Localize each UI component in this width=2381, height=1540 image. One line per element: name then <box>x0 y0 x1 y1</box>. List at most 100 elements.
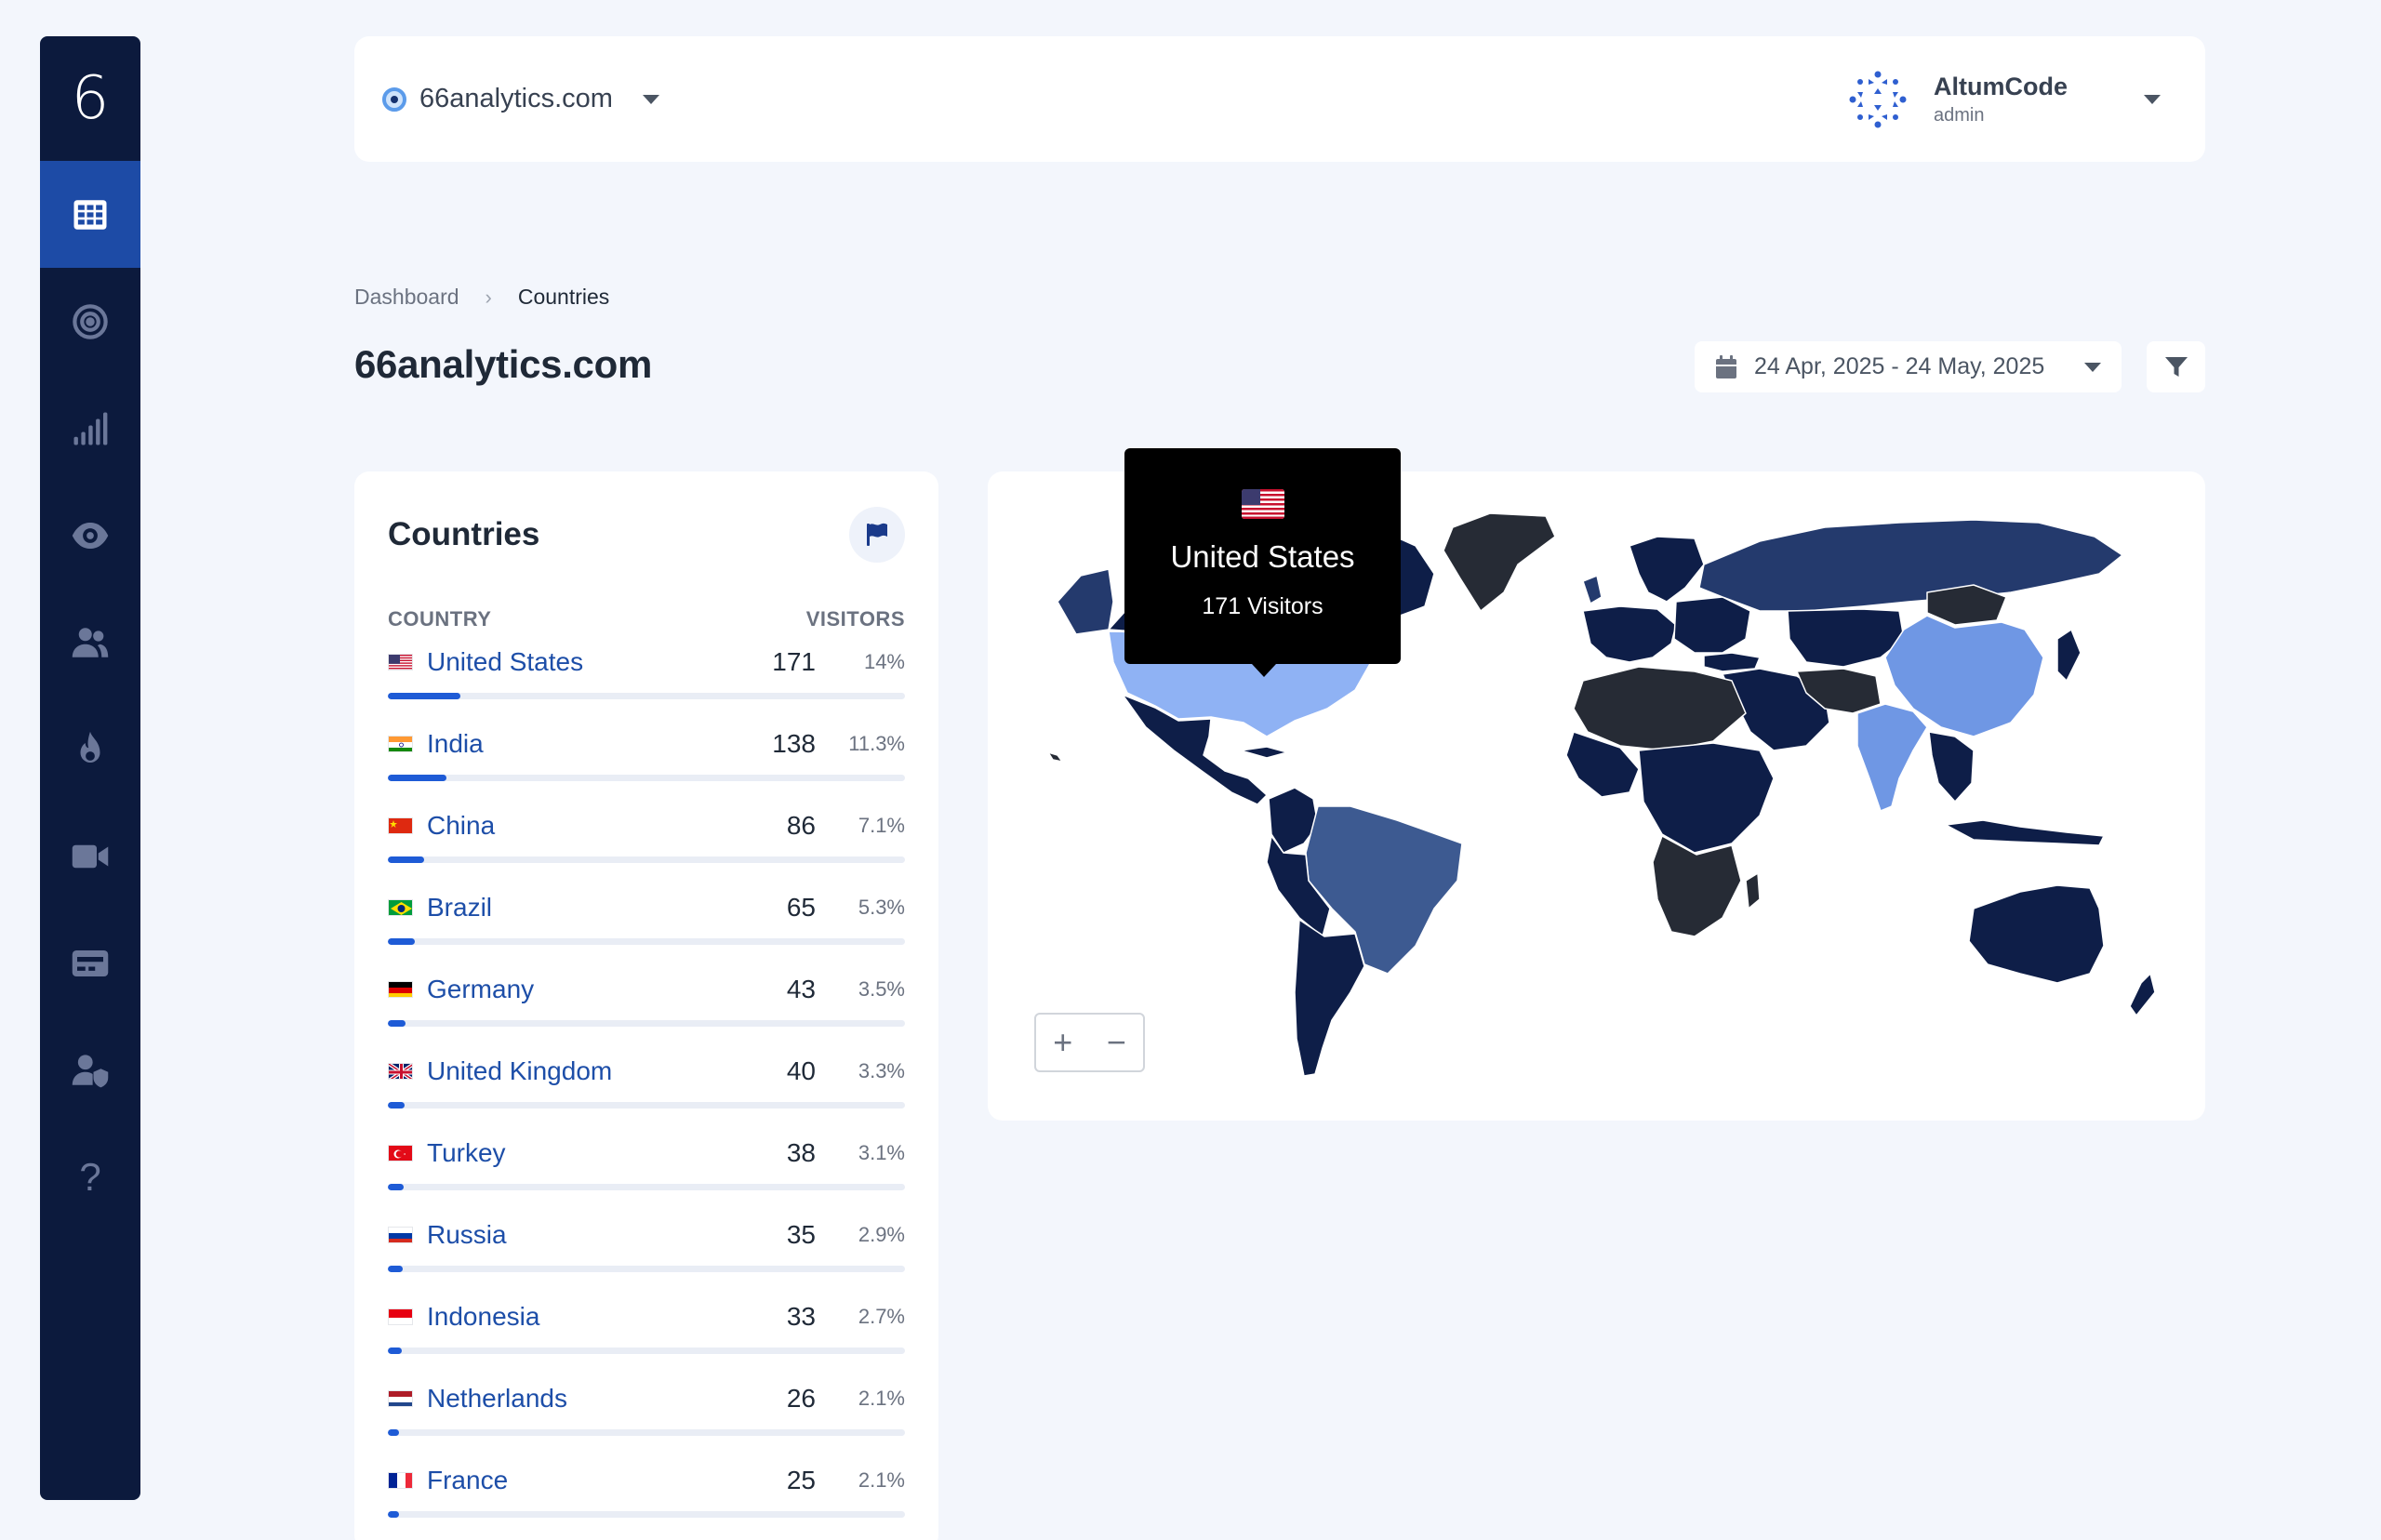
us-flag-icon <box>388 654 413 670</box>
map-region-caribbean[interactable] <box>1240 746 1288 759</box>
country-link[interactable]: United Kingdom <box>427 1056 612 1086</box>
tr-flag-icon <box>388 1145 413 1162</box>
map-region-scandinavia[interactable] <box>1629 536 1705 603</box>
table-row: Turkey 38 3.1% <box>388 1138 905 1221</box>
sidebar-item-goals[interactable] <box>40 268 140 375</box>
country-link[interactable]: Brazil <box>427 893 492 923</box>
country-link[interactable]: China <box>427 811 495 841</box>
visitor-count: 26 <box>786 1384 816 1413</box>
map-region-indonesia[interactable] <box>1945 819 2105 846</box>
map-region-north-africa[interactable] <box>1573 666 1747 751</box>
map-region-greenland[interactable] <box>1443 512 1556 612</box>
map-region-india[interactable] <box>1856 703 1928 812</box>
map-region-australia[interactable] <box>1968 884 2105 984</box>
sidebar-item-billing[interactable] <box>40 909 140 1016</box>
website-selector[interactable]: 66analytics.com <box>382 84 659 114</box>
country-link[interactable]: Germany <box>427 975 534 1004</box>
us-flag-icon <box>1241 489 1284 519</box>
filter-button[interactable] <box>2147 341 2205 392</box>
map-region-europe-east[interactable] <box>1673 596 1751 654</box>
progress-bar <box>388 1429 905 1436</box>
country-link[interactable]: India <box>427 729 484 759</box>
tooltip-country: United States <box>1170 539 1355 574</box>
date-range-button[interactable]: 24 Apr, 2025 - 24 May, 2025 <box>1695 341 2122 392</box>
progress-bar-fill <box>388 1102 406 1109</box>
progress-bar <box>388 1184 905 1190</box>
visitor-percent: 2.1% <box>858 1468 905 1492</box>
table-row: China 86 7.1% <box>388 811 905 894</box>
sidebar-item-replays[interactable] <box>40 803 140 909</box>
zoom-in-button[interactable]: + <box>1053 1026 1072 1059</box>
sidebar-item-dashboard[interactable] <box>40 161 140 268</box>
fire-icon <box>80 731 100 763</box>
chevron-down-icon <box>2144 94 2161 104</box>
map-region-turkey[interactable] <box>1703 652 1761 672</box>
app-logo[interactable]: 6 <box>40 36 140 161</box>
table-row: Indonesia 33 2.7% <box>388 1302 905 1385</box>
table-row: United States 171 14% <box>388 647 905 730</box>
table-row: Brazil 65 5.3% <box>388 893 905 976</box>
column-header-visitors: VISITORS <box>805 607 905 631</box>
map-region-madagascar[interactable] <box>1745 872 1761 909</box>
sidebar-item-visitors[interactable] <box>40 482 140 589</box>
progress-bar <box>388 693 905 699</box>
country-link[interactable]: France <box>427 1466 508 1495</box>
country-link[interactable]: Indonesia <box>427 1302 539 1332</box>
gb-flag-icon <box>388 1063 413 1080</box>
progress-bar <box>388 1266 905 1272</box>
country-link[interactable]: United States <box>427 647 583 677</box>
table-row: United Kingdom 40 3.3% <box>388 1056 905 1139</box>
visitor-percent: 2.7% <box>858 1305 905 1328</box>
breadcrumb-current: Countries <box>517 285 610 309</box>
video-icon <box>72 844 109 868</box>
table-row: France 25 2.1% <box>388 1466 905 1540</box>
map-region-central-africa[interactable] <box>1638 742 1775 854</box>
country-link[interactable]: Netherlands <box>427 1384 567 1414</box>
map-zoom-controls: + − <box>1034 1013 1145 1072</box>
signal-icon <box>73 412 108 445</box>
progress-bar <box>388 856 905 863</box>
map-region-alaska[interactable] <box>1057 568 1114 635</box>
table-row: Germany 43 3.5% <box>388 975 905 1057</box>
map-region-europe-west[interactable] <box>1582 605 1677 663</box>
progress-bar <box>388 1348 905 1354</box>
visitor-percent: 2.1% <box>858 1387 905 1410</box>
map-region-new-zealand[interactable] <box>2129 973 2156 1016</box>
map-region-united-kingdom[interactable] <box>1582 575 1603 604</box>
sidebar-item-admin[interactable] <box>40 1016 140 1123</box>
breadcrumb-dashboard-link[interactable]: Dashboard <box>354 285 459 310</box>
visitor-count: 33 <box>786 1302 816 1331</box>
visitor-count: 38 <box>786 1138 816 1167</box>
zoom-out-button[interactable]: − <box>1107 1026 1126 1059</box>
progress-bar-fill <box>388 1511 399 1518</box>
progress-bar <box>388 1020 905 1027</box>
logo-glyph: 6 <box>71 64 110 133</box>
map-region-southeast-asia[interactable] <box>1928 731 1975 803</box>
map-region-argentina[interactable] <box>1294 919 1365 1077</box>
map-region-russia[interactable] <box>1698 519 2123 612</box>
visitor-percent: 14% <box>863 650 905 673</box>
progress-bar <box>388 938 905 945</box>
flag-button[interactable] <box>849 507 905 563</box>
in-flag-icon <box>388 736 413 752</box>
progress-bar <box>388 1102 905 1109</box>
users-icon <box>72 627 109 657</box>
chevron-down-icon <box>642 94 659 104</box>
table-row: India 138 11.3% <box>388 729 905 812</box>
map-region-hawaii[interactable] <box>1047 751 1063 763</box>
country-link[interactable]: Russia <box>427 1220 507 1250</box>
progress-bar-fill <box>388 856 425 863</box>
visitor-percent: 7.1% <box>858 814 905 837</box>
user-shield-icon <box>72 1054 109 1087</box>
sidebar-item-heatmaps[interactable] <box>40 696 140 803</box>
progress-bar-fill <box>388 1348 402 1354</box>
user-menu[interactable]: AltumCode admin <box>1848 70 2161 129</box>
sidebar-item-realtime[interactable] <box>40 375 140 482</box>
flag-icon <box>867 523 887 546</box>
user-name: AltumCode <box>1934 72 2068 100</box>
map-region-japan[interactable] <box>2056 629 2082 682</box>
sidebar-item-users[interactable] <box>40 589 140 696</box>
br-flag-icon <box>388 899 413 916</box>
sidebar-item-help[interactable]: ? <box>40 1123 140 1230</box>
country-link[interactable]: Turkey <box>427 1138 506 1168</box>
